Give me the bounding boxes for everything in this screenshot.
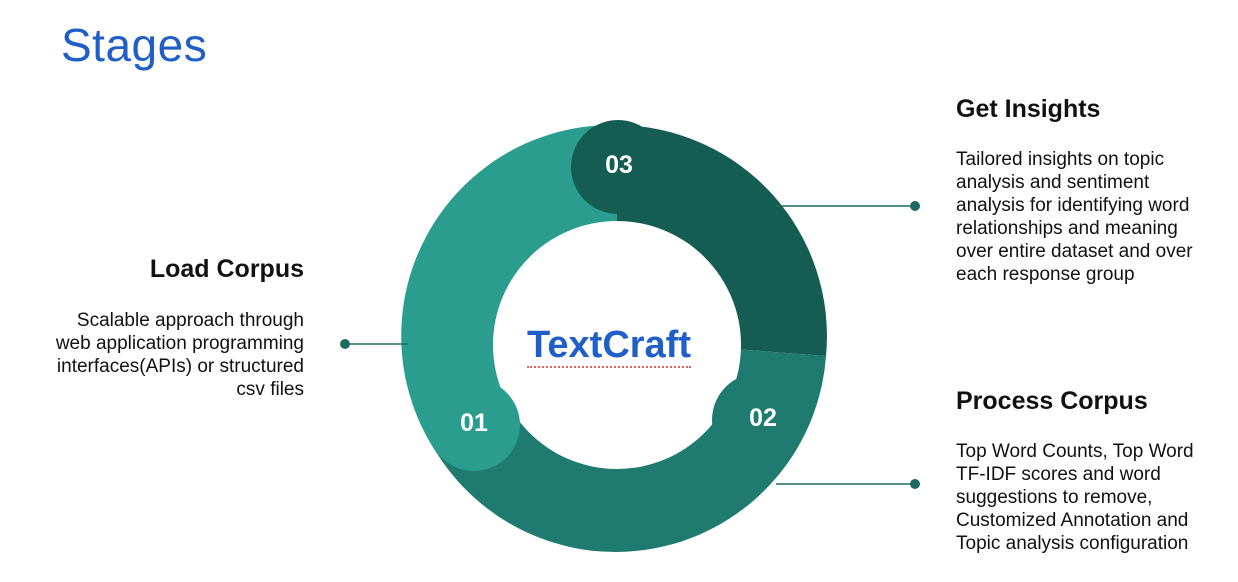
stage-description-line: interfaces(APIs) or structured bbox=[56, 356, 304, 377]
stage-heading-03: Get Insights bbox=[956, 95, 1101, 123]
stage-badge-01: 01 bbox=[428, 379, 520, 471]
stage-badge-02: 02 bbox=[712, 373, 806, 467]
stage-description-line: Scalable approach through bbox=[76, 310, 304, 331]
stage-description-line: analysis and sentiment bbox=[956, 172, 1150, 193]
stage-description-03: Tailored insights on topic analysis and … bbox=[956, 148, 1193, 286]
connector-01 bbox=[340, 339, 408, 349]
stage-description-02: Top Word Counts, Top Word TF-IDF scores … bbox=[956, 440, 1194, 555]
stage-description-line: each response group bbox=[956, 264, 1135, 285]
stage-badge-03: 03 bbox=[571, 120, 665, 214]
stage-description-line: web application programming bbox=[55, 333, 304, 354]
connector-03 bbox=[776, 201, 920, 211]
stage-heading-02: Process Corpus bbox=[956, 387, 1148, 415]
stage-description-line: Customized Annotation and bbox=[956, 510, 1189, 531]
stage-heading-01: Load Corpus bbox=[149, 255, 304, 283]
stage-description-01: Scalable approach through web applicatio… bbox=[56, 309, 304, 401]
stage-description-line: csv files bbox=[236, 379, 304, 400]
stage-description-line: relationships and meaning bbox=[956, 218, 1178, 239]
stage-description-line: TF-IDF scores and word bbox=[956, 464, 1161, 485]
stage-number-03: 03 bbox=[605, 151, 633, 179]
stage-description-line: Topic analysis configuration bbox=[956, 533, 1189, 554]
brand-logo-text: TextCraft bbox=[527, 324, 691, 368]
stage-number-02: 02 bbox=[749, 404, 777, 432]
stage-description-line: Tailored insights on topic bbox=[956, 149, 1165, 170]
stage-description-line: over entire dataset and over bbox=[956, 241, 1193, 262]
connector-02 bbox=[776, 479, 920, 489]
stage-description-line: Top Word Counts, Top Word bbox=[956, 441, 1194, 462]
stage-description-line: suggestions to remove, bbox=[956, 487, 1153, 508]
stage-number-01: 01 bbox=[460, 409, 488, 437]
stage-description-line: analysis for identifying word bbox=[956, 195, 1190, 216]
